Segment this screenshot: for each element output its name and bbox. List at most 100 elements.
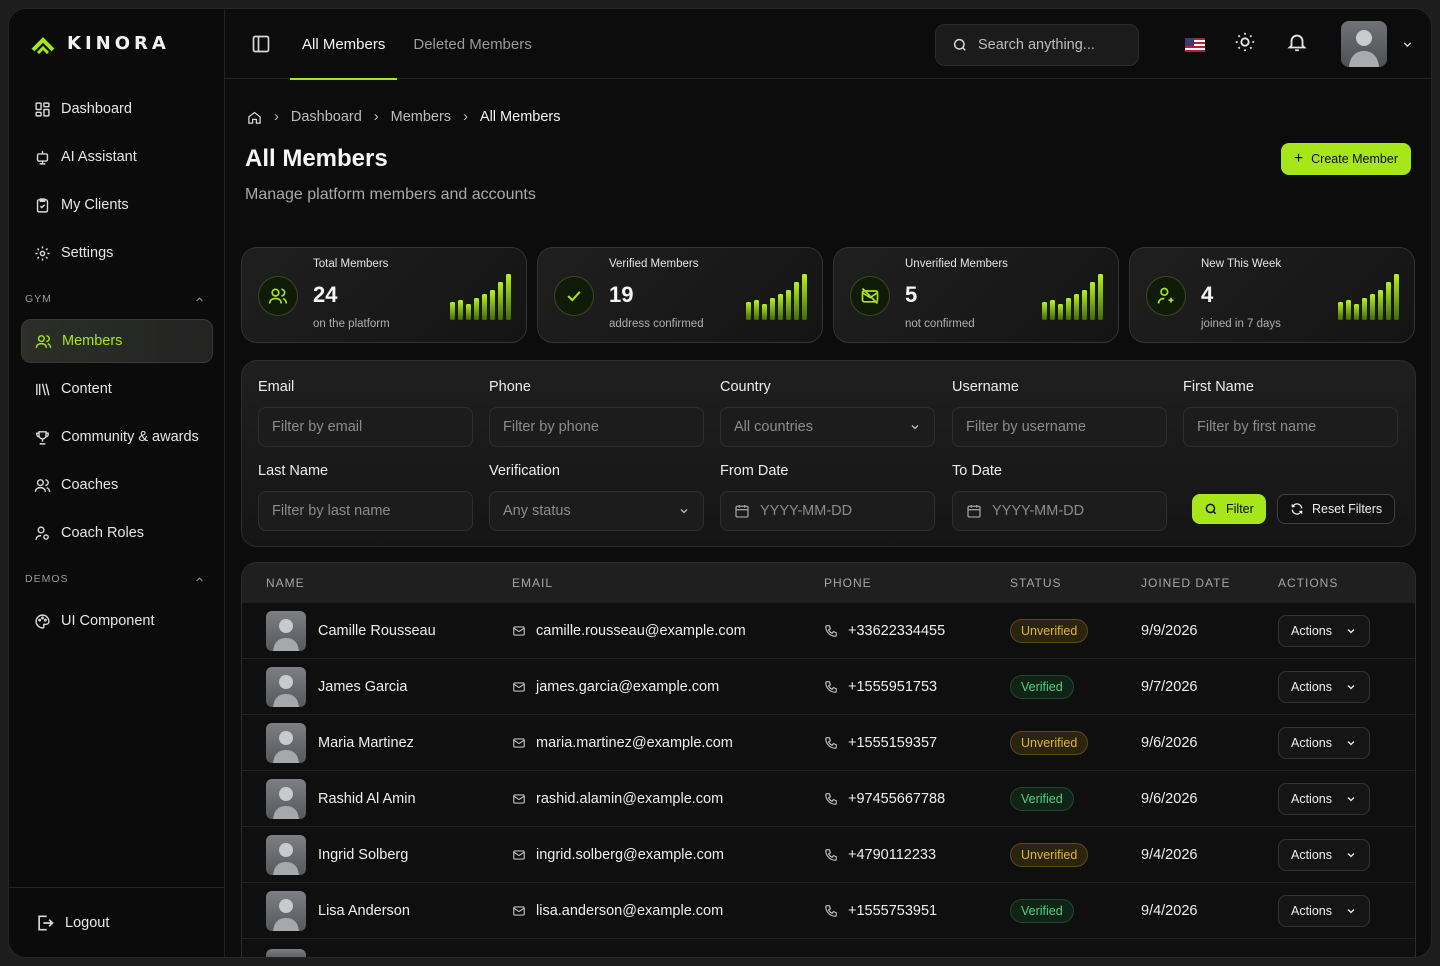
section-demos-header[interactable]: DEMOS: [21, 569, 213, 589]
gear-icon: [35, 245, 50, 261]
member-name[interactable]: Ingrid Solberg: [318, 847, 408, 863]
actions-dropdown-button[interactable]: Actions: [1278, 895, 1370, 927]
from-date-input[interactable]: YYYY-MM-DD: [720, 491, 935, 531]
sidebar-item-content[interactable]: Content: [21, 367, 213, 411]
sidebar-item-coaches[interactable]: Coaches: [21, 463, 213, 507]
country-select[interactable]: All countries: [720, 407, 935, 447]
table-row[interactable]: Rashid Al Amin rashid.alamin@example.com +…: [242, 771, 1415, 827]
mail-icon-wrap: [512, 792, 526, 806]
email-filter-input[interactable]: Filter by email: [258, 407, 473, 447]
to-date-input[interactable]: YYYY-MM-DD: [952, 491, 1167, 531]
sidebar-item-label: Settings: [61, 245, 114, 261]
column-header-phone[interactable]: PHONE: [824, 576, 872, 590]
phone-icon-wrap: [824, 680, 838, 694]
breadcrumb-members[interactable]: Members: [391, 109, 451, 125]
home-icon[interactable]: [247, 110, 262, 125]
member-name[interactable]: Rashid Al Amin: [318, 791, 416, 807]
phone-icon-wrap: [824, 848, 838, 862]
member-name[interactable]: Camille Rousseau: [318, 623, 436, 639]
chevron-down-icon[interactable]: [1401, 38, 1414, 51]
input-placeholder: Filter by first name: [1197, 419, 1317, 435]
status-cell: Unverified: [1010, 603, 1089, 659]
first-name-filter-input[interactable]: Filter by first name: [1183, 407, 1398, 447]
table-row[interactable]: Maria Martinez maria.martinez@example.com…: [242, 715, 1415, 771]
name-cell: Ingrid Solberg: [266, 827, 408, 883]
sidebar-item-settings[interactable]: Settings: [21, 231, 213, 275]
phone-cell: +1555951753: [824, 659, 937, 715]
avatar: [266, 835, 306, 875]
reset-filters-button[interactable]: Reset Filters: [1277, 494, 1396, 524]
column-header-status[interactable]: STATUS: [1010, 576, 1062, 590]
last-name-filter-input[interactable]: Filter by last name: [258, 491, 473, 531]
input-placeholder: Filter by last name: [272, 503, 391, 519]
actions-label: Actions: [1291, 904, 1332, 918]
stat-card-total: Total Members 24 on the platform: [241, 247, 527, 343]
member-phone: +33622334455: [848, 623, 946, 639]
tab-deleted-members[interactable]: Deleted Members: [401, 9, 543, 79]
table-row[interactable]: Lisa Anderson lisa.anderson@example.com +1…: [242, 883, 1415, 939]
sidebar-item-members[interactable]: Members: [21, 319, 213, 363]
brand-logo[interactable]: KINORA: [31, 33, 170, 54]
filter-first-name: First Name Filter by first name: [1183, 379, 1398, 447]
stat-caption: on the platform: [313, 318, 390, 330]
sidebar-item-label: Community & awards: [61, 429, 199, 445]
table-row[interactable]: James Garcia james.garcia@example.com +155…: [242, 659, 1415, 715]
actions-dropdown-button[interactable]: Actions: [1278, 783, 1370, 815]
logout-button[interactable]: Logout: [9, 887, 224, 957]
search-input[interactable]: Search anything...: [935, 24, 1139, 66]
member-name[interactable]: Lisa Anderson: [318, 903, 410, 919]
table-row[interactable]: Ingrid Solberg ingrid.solberg@example.com…: [242, 827, 1415, 883]
filter-last-name: Last Name Filter by last name: [258, 463, 473, 531]
person-photo-icon: [273, 619, 299, 651]
user-avatar[interactable]: [1341, 21, 1387, 67]
user-plus-icon: [1157, 287, 1174, 304]
sparkline-bar: [1362, 298, 1367, 320]
name-cell: Maria Martinez: [266, 715, 414, 771]
us-flag-icon[interactable]: [1185, 38, 1205, 52]
search-icon: [1205, 503, 1217, 515]
member-email: maria.martinez@example.com: [536, 735, 733, 751]
palette-icon: [35, 613, 50, 629]
sidebar-item-ui-component[interactable]: UI Component: [21, 599, 213, 643]
actions-cell: Actions: [1278, 659, 1370, 715]
chevron-down-icon: [1347, 909, 1355, 914]
phone-filter-input[interactable]: Filter by phone: [489, 407, 704, 447]
mail-icon: [513, 682, 525, 692]
filter-button[interactable]: Filter: [1192, 494, 1266, 524]
actions-cell: Actions: [1278, 603, 1370, 659]
stat-value: 24: [313, 282, 338, 307]
tab-all-members[interactable]: All Members: [290, 9, 398, 80]
sidebar-item-coach-roles[interactable]: Coach Roles: [21, 511, 213, 555]
column-header-joined[interactable]: JOINED DATE: [1141, 576, 1230, 590]
sidebar-toggle-icon[interactable]: [251, 34, 271, 54]
section-gym-header[interactable]: GYM: [21, 289, 213, 309]
avatar: [266, 723, 306, 763]
breadcrumb-dashboard[interactable]: Dashboard: [291, 109, 362, 125]
actions-dropdown-button[interactable]: Actions: [1278, 839, 1370, 871]
bell-icon[interactable]: [1286, 31, 1308, 53]
sidebar-item-my-clients[interactable]: My Clients: [21, 183, 213, 227]
sparkline-bar: [794, 282, 799, 320]
actions-dropdown-button[interactable]: Actions: [1278, 671, 1370, 703]
sidebar-item-community-awards[interactable]: Community & awards: [21, 415, 213, 459]
verification-select[interactable]: Any status: [489, 491, 704, 531]
stat-caption: address confirmed: [609, 318, 704, 330]
stat-caption: joined in 7 days: [1201, 318, 1281, 330]
actions-dropdown-button[interactable]: Actions: [1278, 727, 1370, 759]
sun-icon[interactable]: [1234, 31, 1256, 53]
username-filter-input[interactable]: Filter by username: [952, 407, 1167, 447]
column-header-name[interactable]: NAME: [266, 576, 305, 590]
create-member-button[interactable]: + Create Member: [1280, 143, 1411, 175]
actions-dropdown-button[interactable]: Actions: [1278, 615, 1370, 647]
phone-cell: +33622334455: [824, 603, 945, 659]
column-header-email[interactable]: EMAIL: [512, 576, 553, 590]
calendar-icon: [967, 505, 981, 518]
sidebar-item-dashboard[interactable]: Dashboard: [21, 87, 213, 131]
member-name[interactable]: James Garcia: [318, 679, 407, 695]
member-name[interactable]: Maria Martinez: [318, 735, 414, 751]
sidebar-item-ai-assistant[interactable]: AI Assistant: [21, 135, 213, 179]
table-row[interactable]: Camille Rousseau camille.rousseau@example…: [242, 603, 1415, 659]
member-email: james.garcia@example.com: [536, 679, 720, 695]
sparkline-bar: [1346, 300, 1351, 320]
member-phone: +1555753951: [848, 903, 938, 919]
